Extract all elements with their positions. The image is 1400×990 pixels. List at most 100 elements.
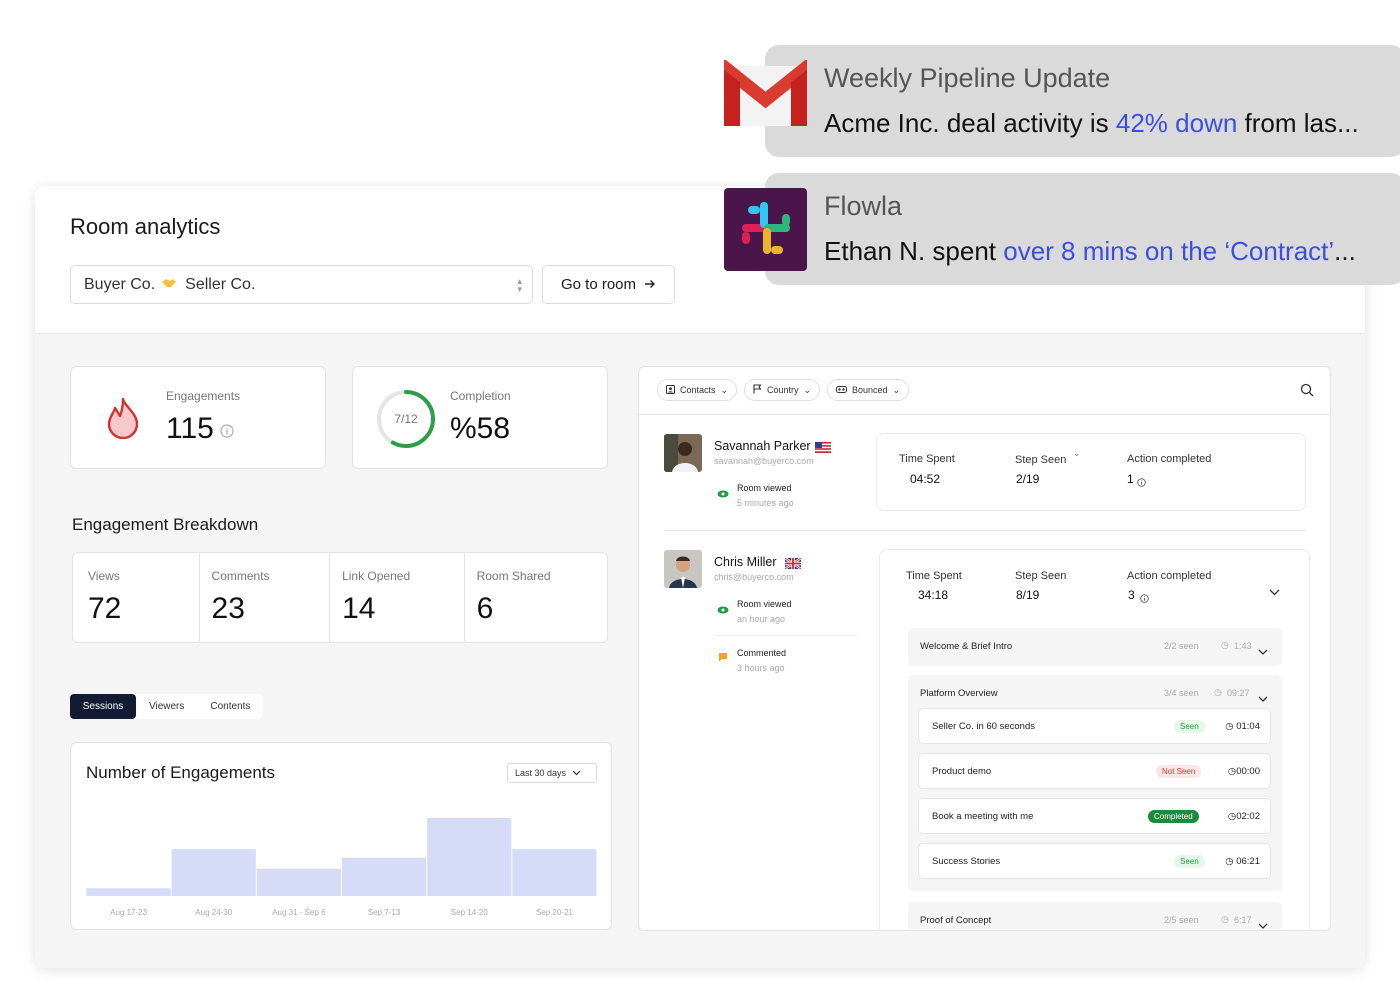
- contact-name: Savannah Parker: [714, 439, 811, 453]
- section-seen: 2/2 seen: [1164, 641, 1199, 651]
- action-completed-label: Action completed: [1127, 570, 1212, 582]
- step-row[interactable]: Seller Co. in 60 seconds Seen ◷ 01:04: [918, 708, 1271, 744]
- clock-icon: ◷: [1221, 640, 1229, 650]
- breakdown-label: Room Shared: [476, 569, 551, 583]
- step-time-value: 00:00: [1236, 766, 1260, 777]
- avatar[interactable]: [664, 434, 702, 472]
- filter-bar: Contacts ⌄ Country ⌄ Bounced ⌄: [639, 367, 1330, 415]
- step-time: ◷ 01:04: [1225, 721, 1260, 732]
- avatar[interactable]: [664, 550, 702, 588]
- notification-body-text: from las...: [1237, 108, 1359, 138]
- tab-sessions[interactable]: Sessions: [70, 694, 136, 719]
- time-spent-value: 04:52: [910, 472, 941, 486]
- contacts-panel: Contacts ⌄ Country ⌄ Bounced ⌄ Savannah …: [638, 366, 1331, 931]
- contacts-icon: [666, 384, 675, 396]
- notification-body-text: ...: [1334, 236, 1356, 266]
- x-tick-label: Aug 31 - Sep 6: [272, 908, 326, 917]
- x-tick-label: Sep 14-20: [451, 908, 488, 917]
- contact-stats: Time Spent 04:52 Step Seen ⌄ 2/19 Action…: [876, 433, 1306, 511]
- status-badge: Seen: [1174, 855, 1205, 868]
- breakdown-value: 14: [342, 592, 376, 625]
- eye-icon: [717, 485, 729, 503]
- chevron-down-icon[interactable]: [1269, 583, 1280, 601]
- section-title: Platform Overview: [920, 688, 998, 699]
- contacts-filter[interactable]: Contacts ⌄: [657, 379, 738, 401]
- chevron-down-icon[interactable]: [1258, 689, 1268, 707]
- step-row[interactable]: Book a meeting with me Completed ◷02:02: [918, 798, 1271, 834]
- action-completed-label: Action completed: [1127, 453, 1212, 465]
- notification-body: Ethan N. spent over 8 mins on the ‘Contr…: [824, 236, 1356, 267]
- chart-bar[interactable]: [86, 888, 171, 896]
- step-row[interactable]: Product demo Not Seen ◷00:00: [918, 753, 1271, 789]
- section-time: 1:43: [1234, 641, 1252, 651]
- slack-icon: [724, 188, 807, 271]
- slack-notification[interactable]: Flowla Ethan N. spent over 8 mins on the…: [765, 173, 1400, 285]
- room-analytics-panel: Room analytics Buyer Co. Seller Co. ▴ ▾ G…: [35, 186, 1365, 968]
- bounced-icon: [836, 385, 847, 395]
- section-proof-of-concept[interactable]: Proof of Concept 2/5 seen ◷ 6:17: [908, 902, 1282, 930]
- time-spent-value: 34:18: [918, 588, 949, 602]
- page-title: Room analytics: [70, 214, 221, 239]
- us-flag-icon: [815, 440, 831, 458]
- buyer-name: Buyer Co.: [84, 275, 156, 293]
- breakdown-value: 6: [476, 592, 494, 625]
- section-seen: 3/4 seen: [1164, 688, 1199, 698]
- step-row[interactable]: Success Stories Seen ◷ 06:21: [918, 843, 1271, 879]
- activity-label: Room viewed: [737, 483, 792, 493]
- step-seen-label: Step Seen: [1015, 454, 1067, 466]
- info-icon[interactable]: [220, 424, 234, 443]
- status-badge: Seen: [1174, 720, 1205, 733]
- activity-label: Commented: [737, 648, 787, 658]
- section-time: 09:27: [1227, 688, 1250, 698]
- completion-ring-label: 7/12: [394, 412, 418, 426]
- info-icon[interactable]: [1137, 474, 1146, 492]
- x-tick-label: Aug 24-30: [195, 908, 232, 917]
- step-seen-value: 8/19: [1016, 588, 1040, 602]
- action-completed-value: 3: [1128, 588, 1135, 602]
- chevron-down-icon: ⌄: [892, 384, 901, 395]
- contact-email: chris@buyerco.com: [714, 572, 794, 582]
- country-filter[interactable]: Country ⌄: [744, 379, 821, 401]
- status-badge: Not Seen: [1156, 765, 1202, 778]
- chart-bar[interactable]: [342, 857, 427, 896]
- bounced-filter[interactable]: Bounced ⌄: [827, 379, 910, 401]
- chevron-down-icon[interactable]: ⌄: [1073, 448, 1081, 459]
- step-name: Book a meeting with me: [932, 811, 1034, 822]
- chevron-down-icon[interactable]: [1258, 916, 1268, 930]
- notification-highlight: over 8 mins on the ‘Contract’: [1003, 236, 1335, 266]
- step-time-value: 02:02: [1236, 811, 1260, 822]
- chart-bar[interactable]: [171, 849, 256, 896]
- contacts-filter-label: Contacts: [680, 385, 716, 395]
- section-welcome[interactable]: Welcome & Brief Intro 2/2 seen ◷ 1:43: [908, 628, 1282, 666]
- chart-bar[interactable]: [512, 849, 597, 896]
- room-select[interactable]: Buyer Co. Seller Co. ▴ ▾: [70, 265, 533, 304]
- eye-icon: [717, 601, 729, 619]
- completion-card: 7/12 Completion %58: [352, 366, 608, 469]
- contact-divider: [664, 530, 1306, 531]
- go-to-room-button[interactable]: Go to room: [542, 265, 675, 304]
- chart-bar[interactable]: [256, 868, 341, 896]
- search-icon[interactable]: [1300, 383, 1314, 402]
- tab-contents[interactable]: Contents: [197, 694, 263, 719]
- notification-title: Flowla: [824, 191, 903, 221]
- section-time: 6:17: [1234, 915, 1252, 925]
- chart-bar[interactable]: [427, 818, 512, 896]
- bounced-filter-label: Bounced: [852, 385, 888, 395]
- section-title: Proof of Concept: [920, 915, 992, 926]
- breakdown-label: Link Opened: [342, 569, 411, 583]
- email-notification[interactable]: Weekly Pipeline Update Acme Inc. deal ac…: [765, 45, 1400, 157]
- tab-viewers[interactable]: Viewers: [136, 694, 197, 719]
- seller-name: Seller Co.: [185, 275, 256, 293]
- breakdown-title: Engagement Breakdown: [72, 515, 259, 534]
- analytics-tabs: Sessions Viewers Contents: [70, 694, 264, 719]
- x-tick-label: Aug 17-23: [110, 908, 147, 917]
- breakdown-value: 23: [211, 592, 245, 625]
- breakdown-label: Views: [88, 569, 120, 583]
- flame-icon: [106, 397, 140, 444]
- chevron-down-icon[interactable]: [1258, 642, 1268, 660]
- engagements-label: Engagements: [166, 389, 241, 403]
- time-spent-label: Time Spent: [906, 570, 962, 582]
- info-icon[interactable]: [1140, 590, 1149, 608]
- contact-email: savannah@buyerco.com: [714, 456, 814, 466]
- breakdown-label: Comments: [211, 569, 270, 583]
